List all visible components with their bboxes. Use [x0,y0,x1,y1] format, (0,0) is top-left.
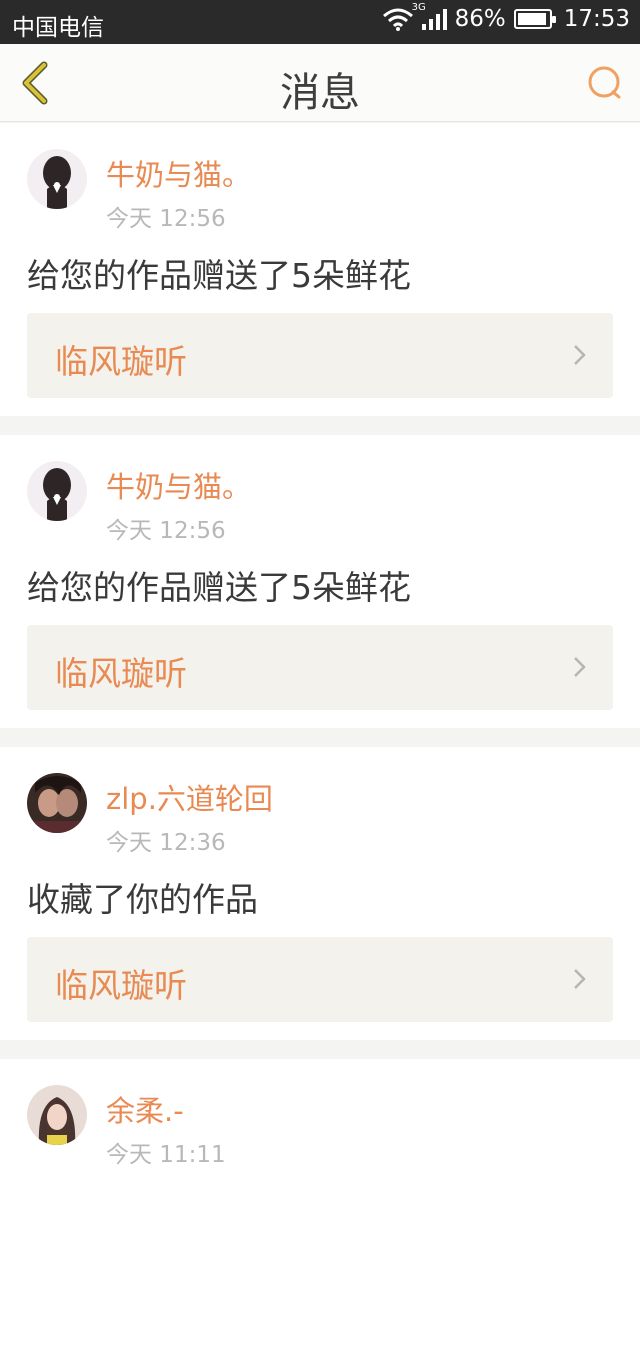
message-time: 今天 12:56 [106,518,226,544]
avatar[interactable] [27,461,87,521]
chevron-right-icon [574,657,586,677]
sender-name[interactable]: 余柔.- [106,1088,184,1130]
message-time: 今天 12:36 [106,830,226,856]
avatar[interactable] [27,149,87,209]
work-link[interactable]: 临风璇听 [27,313,613,398]
work-title: 临风璇听 [55,966,187,1005]
message-text: 给您的作品赠送了5朵鲜花 [27,256,411,295]
avatar[interactable] [27,773,87,833]
chevron-right-icon [574,345,586,365]
battery-percent: 86% [454,6,506,32]
work-link[interactable]: 临风璇听 [27,937,613,1022]
message-text: 给您的作品赠送了5朵鲜花 [27,568,411,607]
search-icon[interactable] [586,64,624,102]
nav-bar: 消息 [0,44,640,122]
battery-icon [513,9,556,29]
work-title: 临风璇听 [55,342,187,381]
message-time: 今天 11:11 [106,1142,226,1168]
sender-name[interactable]: 牛奶与猫。 [106,464,251,506]
sender-name[interactable]: zlp.六道轮回 [106,776,273,818]
clock: 17:53 [563,6,630,32]
message-list: 牛奶与猫。 今天 12:56 给您的作品赠送了5朵鲜花 临风璇听 牛奶与猫。 今… [0,123,640,1352]
status-icons: 3G 86% 17:53 [382,2,630,32]
carrier-label: 中国电信 [12,15,104,41]
card-divider [0,416,640,435]
message-card: 牛奶与猫。 今天 12:56 给您的作品赠送了5朵鲜花 临风璇听 [0,123,640,416]
message-card: 余柔.- 今天 11:11 [0,1059,640,1352]
page-title: 消息 [280,70,360,116]
card-divider [0,1040,640,1059]
cell-signal-icon: 3G [412,2,447,30]
sender-name[interactable]: 牛奶与猫。 [106,152,251,194]
message-time: 今天 12:56 [106,206,226,232]
work-link[interactable]: 临风璇听 [27,625,613,710]
network-type-label: 3G [411,2,426,13]
message-text: 收藏了你的作品 [27,880,258,919]
status-bar: 中国电信 3G 86% 17:53 [0,0,640,44]
message-card: 牛奶与猫。 今天 12:56 给您的作品赠送了5朵鲜花 临风璇听 [0,435,640,728]
work-title: 临风璇听 [55,654,187,693]
message-card: zlp.六道轮回 今天 12:36 收藏了你的作品 临风璇听 [0,747,640,1040]
wifi-icon [382,8,413,31]
chevron-right-icon [574,969,586,989]
avatar[interactable] [27,1085,87,1145]
card-divider [0,728,640,747]
